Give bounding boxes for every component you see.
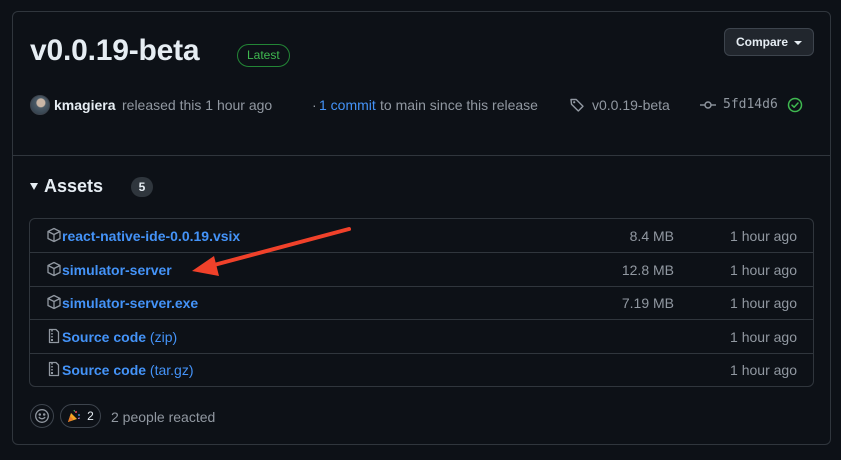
latest-badge: Latest: [237, 44, 290, 67]
tada-icon: [68, 409, 81, 422]
assets-title: Assets: [44, 176, 104, 196]
asset-time: 1 hour ago: [730, 228, 797, 244]
commit-sha-link[interactable]: 5fd14d6: [723, 97, 778, 112]
asset-time: 1 hour ago: [730, 262, 797, 278]
asset-row: simulator-server.exe 7.19 MB 1 hour ago: [30, 286, 813, 320]
asset-row: Source code (tar.gz) 1 hour ago: [30, 353, 813, 386]
file-zip-icon: [46, 361, 62, 382]
git-commit-icon: [700, 98, 716, 115]
triangle-down-icon: [30, 183, 38, 190]
smiley-icon: [35, 409, 49, 423]
file-zip-icon: [46, 328, 62, 349]
reaction-summary: 2 people reacted: [111, 409, 216, 425]
tag-icon: [569, 97, 585, 116]
compare-button[interactable]: Compare: [724, 28, 814, 56]
asset-size: 7.19 MB: [621, 295, 674, 311]
asset-row: Source code (zip) 1 hour ago: [30, 320, 813, 354]
asset-link[interactable]: simulator-server: [62, 262, 172, 278]
since-text: to main since this release: [380, 97, 538, 113]
asset-link[interactable]: Source code (zip): [62, 329, 177, 345]
assets-count-badge: 5: [131, 177, 153, 197]
tada-count: 2: [87, 409, 94, 423]
asset-size: 8.4 MB: [629, 228, 674, 244]
tag-link[interactable]: v0.0.19-beta: [592, 97, 670, 113]
asset-link[interactable]: react-native-ide-0.0.19.vsix: [62, 228, 240, 244]
released-text: released this 1 hour ago: [122, 97, 273, 113]
release-header: v0.0.19-beta Latest Compare kmagiera rel…: [13, 12, 830, 156]
author-link[interactable]: kmagiera: [54, 97, 115, 113]
asset-time: 1 hour ago: [730, 329, 797, 345]
asset-row: simulator-server 12.8 MB 1 hour ago: [30, 253, 813, 287]
compare-button-label: Compare: [735, 35, 788, 49]
asset-list: react-native-ide-0.0.19.vsix 8.4 MB 1 ho…: [29, 218, 814, 387]
commits-link[interactable]: 1 commit: [319, 97, 376, 113]
package-icon: [46, 294, 62, 315]
asset-link[interactable]: simulator-server.exe: [62, 295, 198, 311]
asset-time: 1 hour ago: [730, 362, 797, 378]
package-icon: [46, 261, 62, 282]
asset-row: react-native-ide-0.0.19.vsix 8.4 MB 1 ho…: [30, 219, 813, 253]
reactions-bar: 2 2 people reacted: [30, 404, 430, 430]
avatar[interactable]: [30, 95, 50, 115]
meta-separator: ·: [312, 97, 317, 113]
caret-down-icon: [794, 41, 802, 45]
tada-reaction-button[interactable]: 2: [60, 404, 101, 428]
asset-link[interactable]: Source code (tar.gz): [62, 362, 194, 378]
release-meta: kmagiera released this 1 hour ago · 1 co…: [30, 93, 810, 117]
release-title[interactable]: v0.0.19-beta: [30, 34, 200, 68]
add-reaction-button[interactable]: [30, 404, 54, 428]
assets-toggle[interactable]: Assets 5: [30, 174, 330, 202]
release-card: v0.0.19-beta Latest Compare kmagiera rel…: [12, 11, 831, 445]
package-icon: [46, 227, 62, 248]
verified-check-icon[interactable]: [787, 97, 803, 116]
asset-size: 12.8 MB: [621, 262, 674, 278]
asset-time: 1 hour ago: [730, 295, 797, 311]
